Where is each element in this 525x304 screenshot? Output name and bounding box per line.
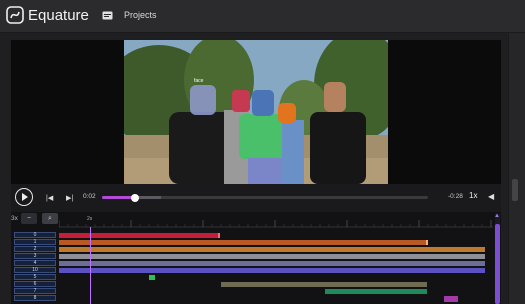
- track-bar-10[interactable]: [59, 268, 485, 273]
- seek-buffer: [135, 196, 161, 199]
- page-scroll-thumb[interactable]: [512, 179, 518, 201]
- track-label[interactable]: 8: [14, 294, 56, 302]
- timeline-panel: 3x − ⌕ 2s 0 1 2 3 4 10 5 6 7 8 ▲: [11, 212, 501, 304]
- app-name: Equature: [28, 6, 89, 24]
- timeline-playhead[interactable]: [90, 227, 91, 304]
- timeline-scroll-thumb[interactable]: [495, 224, 500, 304]
- zoom-level: 3x: [11, 215, 18, 222]
- current-time: 0:02: [83, 193, 96, 200]
- app-logo[interactable]: Equature: [6, 6, 89, 24]
- volume-icon[interactable]: ◀: [488, 192, 494, 201]
- seek-bar[interactable]: [102, 193, 428, 202]
- nav-projects[interactable]: Projects: [102, 10, 157, 20]
- track-area[interactable]: [59, 232, 493, 304]
- equature-logo-icon: [6, 6, 24, 24]
- skip-forward-icon[interactable]: ▶|: [66, 194, 73, 202]
- video-viewport: face: [11, 40, 501, 184]
- track-bar-8[interactable]: [444, 296, 458, 302]
- speed-selector[interactable]: 1x: [469, 191, 477, 200]
- player-controls: |◀ ▶| 0:02 -0:28 1x ◀: [11, 184, 501, 212]
- track-label[interactable]: 5: [14, 273, 56, 281]
- time-ruler[interactable]: 2s: [59, 215, 493, 229]
- nav-projects-label: Projects: [124, 10, 157, 20]
- track-bar-4[interactable]: [59, 261, 485, 266]
- video-scene: face: [124, 40, 388, 184]
- track-label[interactable]: 4: [14, 259, 56, 267]
- video-frame[interactable]: face: [124, 40, 388, 184]
- page-scrollbar[interactable]: [508, 33, 525, 304]
- projects-icon: [102, 11, 113, 19]
- play-button[interactable]: [15, 188, 33, 206]
- ruler-marker: 2s: [87, 216, 93, 222]
- track-label[interactable]: 6: [14, 280, 56, 288]
- track-label[interactable]: 1: [14, 238, 56, 246]
- seek-progress: [102, 196, 136, 199]
- track-labels: 0 1 2 3 4 10 5 6 7 8: [14, 232, 56, 302]
- skip-back-icon[interactable]: |◀: [46, 194, 53, 202]
- seek-handle[interactable]: [131, 193, 140, 202]
- scroll-up-icon[interactable]: ▲: [494, 213, 500, 219]
- track-bar-1[interactable]: [59, 240, 428, 245]
- top-bar: Equature Projects: [0, 0, 525, 33]
- remaining-time: -0:28: [448, 193, 463, 200]
- track-label[interactable]: 0: [14, 232, 56, 239]
- track-bar-5[interactable]: [149, 275, 155, 280]
- track-bar-3[interactable]: [59, 254, 485, 259]
- track-bar-6[interactable]: [221, 282, 427, 287]
- track-label[interactable]: 7: [14, 287, 56, 295]
- timeline-scrollbar[interactable]: ▲: [494, 213, 500, 304]
- editor-panel: face |◀ ▶| 0:02 -0:28 1x ◀ 3x − ⌕ 2s 0 1…: [11, 40, 501, 304]
- track-bar-2[interactable]: [59, 247, 485, 252]
- track-label[interactable]: 10: [14, 266, 56, 274]
- track-bar-7[interactable]: [325, 289, 427, 294]
- track-bar-0[interactable]: [59, 233, 220, 238]
- track-label[interactable]: 3: [14, 252, 56, 260]
- zoom-out-button[interactable]: −: [21, 213, 37, 224]
- track-label[interactable]: 2: [14, 245, 56, 253]
- zoom-in-button[interactable]: ⌕: [42, 213, 58, 224]
- face-tag: face: [194, 78, 204, 84]
